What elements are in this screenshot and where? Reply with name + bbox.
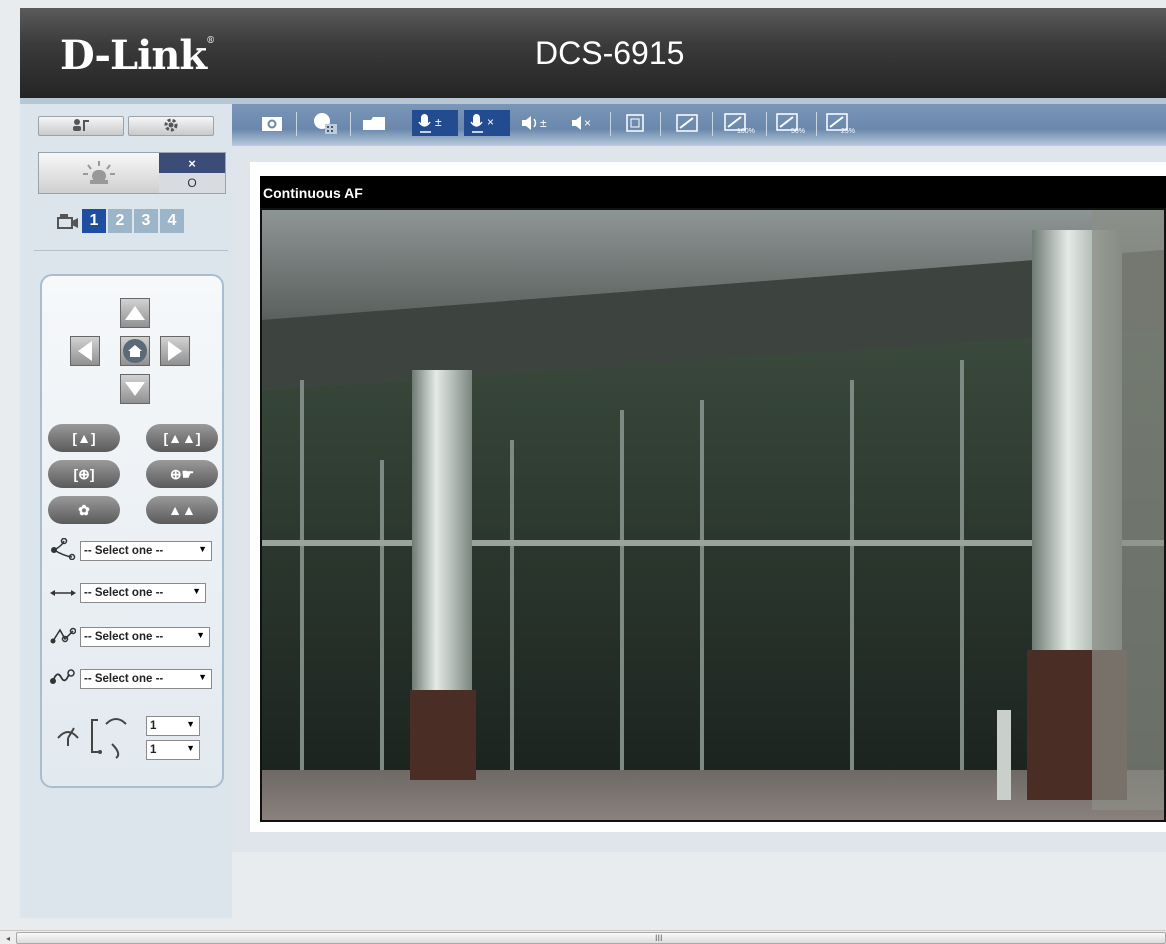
zoom-in-button[interactable]: [▲] [48, 424, 120, 452]
video-toolbar: ± × ± × 100% 50% 25% [232, 104, 1166, 146]
focus-button[interactable]: [⊕] [48, 460, 120, 488]
left-sidebar: × O 1 2 3 4 [▲] [▲▲] [⊕] ⊕☛ ✿ ▲▲ -- Sele… [20, 104, 232, 918]
toolbar-separator [660, 112, 661, 136]
svg-text:25%: 25% [841, 128, 855, 134]
mic-on-icon[interactable]: ± [412, 110, 458, 136]
home-button[interactable] [120, 336, 150, 366]
toolbar-separator [296, 112, 297, 136]
toolbar-separator [766, 112, 767, 136]
scrollbar-thumb[interactable]: III [16, 932, 1166, 944]
camera-model-title: DCS-6915 [535, 35, 685, 71]
digital-output-control: × O [38, 152, 226, 194]
folder-icon[interactable] [358, 110, 390, 136]
live-video-stream[interactable] [260, 208, 1166, 822]
horizontal-scrollbar[interactable]: ◂ III [0, 930, 1166, 944]
preset-path-icon [46, 537, 80, 564]
user-key-icon [71, 118, 91, 135]
patrol-select[interactable]: -- Select one -- ▼ [80, 583, 206, 603]
svg-text:50%: 50% [791, 128, 805, 134]
patrol-row: -- Select one -- ▼ [46, 582, 206, 604]
camera-icon [56, 210, 80, 232]
sequence-path-icon [46, 625, 80, 649]
preset-select[interactable]: -- Select one -- ▼ [80, 541, 212, 561]
camera-selector: 1 2 3 4 [56, 208, 184, 234]
header-bar: D-Link® DCS-6915 [20, 8, 1166, 98]
gear-icon [163, 117, 179, 136]
zoom-100-icon[interactable]: 100% [720, 110, 760, 136]
click-to-center-button[interactable]: ⊕☛ [146, 460, 218, 488]
speaker-volume-icon[interactable]: ± [518, 110, 558, 136]
resize-icon[interactable] [670, 110, 704, 136]
sequence-row: -- Select one -- ▼ [46, 626, 210, 648]
scrollbar-grip: III [655, 933, 663, 943]
zoom-50-icon[interactable]: 50% [772, 110, 812, 136]
tilt-up-button[interactable] [120, 298, 150, 328]
live-video-image [262, 210, 1164, 820]
tilt-speed-select[interactable]: 1 ▼ [146, 740, 200, 760]
dlink-logo: D-Link® [60, 32, 215, 79]
sequence-select[interactable]: -- Select one -- ▼ [80, 627, 210, 647]
video-status-title: Continuous AF [260, 176, 1166, 208]
camera-4-button[interactable]: 4 [160, 209, 184, 233]
fullscreen-icon[interactable] [620, 110, 650, 136]
camera-web-ui: D-Link® DCS-6915 × O 1 2 3 4 [▲] [▲▲] [⊕… [0, 0, 1166, 944]
toolbar-separator [816, 112, 817, 136]
digital-output-on-button[interactable]: O [159, 173, 225, 193]
speed-gauge-icon [50, 712, 140, 760]
zoom-25-icon[interactable]: 25% [822, 110, 862, 136]
alarm-light-icon [39, 153, 159, 193]
camera-1-button[interactable]: 1 [82, 209, 106, 233]
ptz-control-panel: [▲] [▲▲] [⊕] ⊕☛ ✿ ▲▲ -- Select one -- ▼ -… [40, 274, 224, 788]
client-settings-button[interactable] [38, 116, 124, 136]
camera-2-button[interactable]: 2 [108, 209, 132, 233]
zoom-out-button[interactable]: [▲▲] [146, 424, 218, 452]
focus-far-button[interactable]: ▲▲ [146, 496, 218, 524]
cruise-row: -- Select one -- ▼ [46, 668, 212, 690]
camera-3-button[interactable]: 3 [134, 209, 158, 233]
preset-row: -- Select one -- ▼ [46, 537, 212, 564]
svg-text:×: × [487, 115, 494, 129]
focus-near-button[interactable]: ✿ [48, 496, 120, 524]
pan-left-button[interactable] [70, 336, 100, 366]
cruise-select[interactable]: -- Select one -- ▼ [80, 669, 212, 689]
speaker-mute-icon[interactable]: × [568, 110, 602, 136]
pan-speed-select[interactable]: 1 ▼ [146, 716, 200, 736]
tilt-down-button[interactable] [120, 374, 150, 404]
svg-text:±: ± [540, 116, 547, 130]
svg-text:100%: 100% [737, 128, 755, 134]
digital-output-off-button[interactable]: × [159, 153, 225, 173]
home-icon [123, 339, 147, 363]
sidebar-divider [34, 250, 228, 251]
pan-arrows-icon [46, 585, 80, 602]
svg-text:×: × [584, 116, 591, 130]
setup-button[interactable] [128, 116, 214, 136]
pan-right-button[interactable] [160, 336, 190, 366]
toolbar-separator [350, 112, 351, 136]
record-icon[interactable] [308, 110, 342, 136]
snapshot-icon[interactable] [258, 110, 286, 136]
cruise-path-icon [46, 668, 80, 690]
scroll-left-arrow[interactable]: ◂ [2, 932, 14, 944]
toolbar-separator [610, 112, 611, 136]
svg-text:±: ± [435, 115, 442, 129]
toolbar-separator [712, 112, 713, 136]
mic-mute-icon[interactable]: × [464, 110, 510, 136]
